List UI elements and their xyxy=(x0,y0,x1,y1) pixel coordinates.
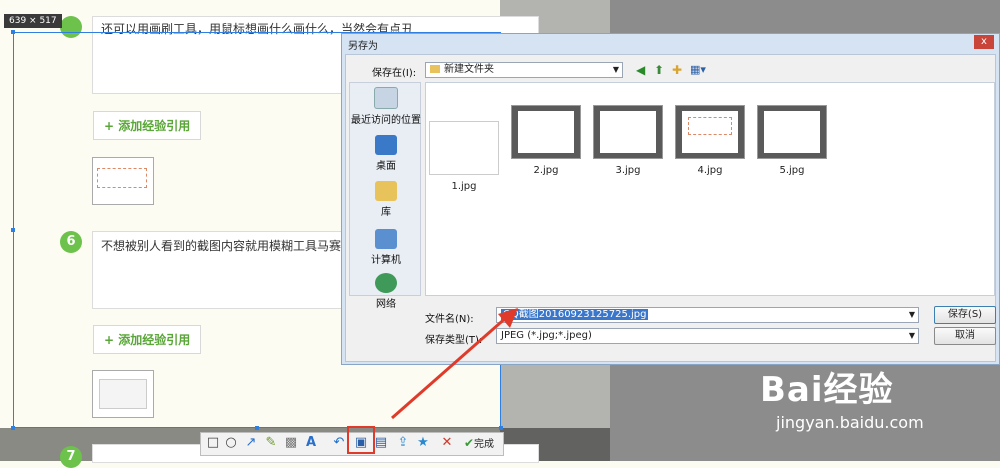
resize-handle[interactable] xyxy=(255,426,259,430)
place-label: 桌面 xyxy=(376,161,396,172)
filetype-dropdown[interactable]: JPEG (*.jpg;*.jpeg) ▼ xyxy=(496,328,919,344)
file-thumbnail xyxy=(429,121,499,175)
resize-handle[interactable] xyxy=(11,426,15,430)
library-icon xyxy=(375,181,397,201)
rectangle-icon[interactable]: □ xyxy=(205,435,221,451)
place-computer[interactable]: 计算机 xyxy=(350,229,422,266)
file-name: 3.jpg xyxy=(615,165,641,176)
file-thumbnail xyxy=(511,105,581,159)
file-item[interactable]: 3.jpg xyxy=(592,105,664,176)
file-item[interactable]: 2.jpg xyxy=(510,105,582,176)
up-folder-icon[interactable]: ⬆ xyxy=(654,63,664,77)
file-thumbnail xyxy=(757,105,827,159)
capture-size-label: 639 × 517 xyxy=(4,14,62,28)
done-label: 完成 xyxy=(474,439,495,450)
places-bar: 最近访问的位置 桌面 库 计算机 网络 xyxy=(349,82,422,310)
folder-icon xyxy=(430,65,440,73)
place-label: 计算机 xyxy=(371,255,401,266)
check-icon: ✔ xyxy=(463,436,475,450)
place-label: 库 xyxy=(381,207,391,218)
file-item[interactable]: 1.jpg xyxy=(428,121,500,192)
annotation-arrow xyxy=(391,308,518,420)
arrow-icon[interactable]: ↗ xyxy=(243,435,259,451)
file-list: 1.jpg 2.jpg 3.jpg 4.jpg 5.jpg xyxy=(425,82,995,296)
text-icon[interactable]: A xyxy=(303,435,319,451)
undo-icon[interactable]: ↶ xyxy=(331,435,347,451)
network-icon xyxy=(375,273,397,293)
view-menu-icon[interactable]: ▦▾ xyxy=(690,63,706,76)
cancel-icon[interactable]: ✕ xyxy=(439,435,455,451)
save-in-label: 保存在(I): xyxy=(372,68,417,79)
back-icon[interactable]: ◀ xyxy=(636,63,645,77)
resize-handle[interactable] xyxy=(11,228,15,232)
dialog-title: 另存为 xyxy=(348,41,378,52)
cancel-button[interactable]: 取消 xyxy=(934,327,996,345)
close-button[interactable]: x xyxy=(974,35,994,49)
watermark-brand: Bai经验 xyxy=(760,370,894,410)
place-recent[interactable]: 最近访问的位置 xyxy=(350,87,422,126)
resize-handle[interactable] xyxy=(11,30,15,34)
chevron-down-icon: ▼ xyxy=(612,65,619,74)
recent-places-icon xyxy=(374,87,398,109)
ellipse-icon[interactable]: ○ xyxy=(223,435,239,451)
desktop-icon xyxy=(375,135,397,155)
new-folder-icon[interactable]: ✚ xyxy=(672,63,682,77)
file-name: 2.jpg xyxy=(533,165,559,176)
file-name: 4.jpg xyxy=(697,165,723,176)
computer-icon xyxy=(375,229,397,249)
file-name: 1.jpg xyxy=(451,181,477,192)
file-name: 5.jpg xyxy=(779,165,805,176)
file-thumbnail xyxy=(675,105,745,159)
chevron-down-icon: ▼ xyxy=(908,310,915,319)
file-item[interactable]: 5.jpg xyxy=(756,105,828,176)
pin-icon[interactable]: ★ xyxy=(415,435,431,451)
place-label: 最近访问的位置 xyxy=(351,115,421,126)
step-number-7: 7 xyxy=(60,446,82,468)
filename-input[interactable]: QQ截图20160923125725.jpg ▼ xyxy=(496,307,919,323)
place-library[interactable]: 库 xyxy=(350,181,422,218)
file-thumbnail xyxy=(593,105,663,159)
watermark-url: jingyan.baidu.com xyxy=(776,413,924,432)
brush-icon[interactable]: ✎ xyxy=(263,435,279,451)
baidu-watermark: Bai经验 jingyan.baidu.com xyxy=(760,362,924,432)
save-tool-highlight xyxy=(347,426,375,454)
save-button[interactable]: 保存(S) xyxy=(934,306,996,324)
done-button[interactable]: ✔完成 xyxy=(459,435,499,451)
share-icon[interactable]: ⇪ xyxy=(395,435,411,451)
copy-icon[interactable]: ▤ xyxy=(373,435,389,451)
chevron-down-icon: ▼ xyxy=(908,331,915,340)
place-desktop[interactable]: 桌面 xyxy=(350,135,422,172)
file-item[interactable]: 4.jpg xyxy=(674,105,746,176)
mosaic-icon[interactable]: ▩ xyxy=(283,435,299,451)
save-in-dropdown[interactable]: 新建文件夹 ▼ xyxy=(425,62,623,78)
save-in-value: 新建文件夹 xyxy=(444,64,494,75)
